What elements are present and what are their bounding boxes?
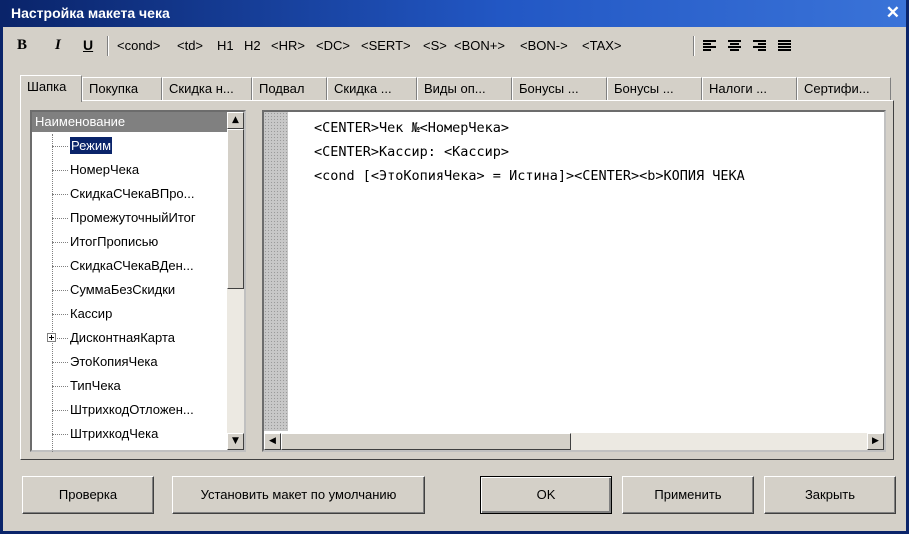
scroll-thumb[interactable] <box>227 129 244 289</box>
align-center-icon[interactable] <box>728 40 741 53</box>
tree-item[interactable]: Кассир <box>32 302 227 326</box>
tab-header[interactable]: Шапка <box>20 75 82 102</box>
tree-item[interactable]: Режим <box>32 134 227 158</box>
toolbar-separator <box>693 36 695 56</box>
tree-item[interactable]: ПромежуточныйИтог <box>32 206 227 230</box>
scroll-right-icon[interactable]: ▶ <box>867 433 884 450</box>
set-default-template-button[interactable]: Установить макет по умолчанию <box>172 476 425 514</box>
tab-purchase[interactable]: Покупка <box>82 77 162 101</box>
h2-tag-button[interactable]: H2 <box>244 38 261 53</box>
dc-tag-button[interactable]: <DC> <box>316 38 350 53</box>
field-tree[interactable]: Наименование Режим НомерЧека СкидкаСЧека… <box>30 110 246 452</box>
dialog-window: Настройка макета чека ✕ B I U <cond> <td… <box>0 0 909 534</box>
bold-button[interactable]: B <box>17 37 27 54</box>
tree-item[interactable]: НомерЧека <box>32 158 227 182</box>
bon-plus-tag-button[interactable]: <BON+> <box>454 38 505 53</box>
scroll-down-icon[interactable]: ▼ <box>227 433 244 450</box>
editor-horizontal-scrollbar[interactable]: ◀ ▶ <box>264 433 884 450</box>
scroll-left-icon[interactable]: ◀ <box>264 433 281 450</box>
close-icon[interactable]: ✕ <box>886 3 900 23</box>
template-editor[interactable]: <CENTER>Чек №<НомерЧека> <CENTER>Кассир:… <box>262 110 886 452</box>
ok-button[interactable]: OK <box>480 476 612 514</box>
editor-text[interactable]: <CENTER>Чек №<НомерЧека> <CENTER>Кассир:… <box>314 116 882 428</box>
expand-plus-icon[interactable] <box>47 333 56 342</box>
tree-item[interactable]: ШтрихкодЧека <box>32 422 227 446</box>
underline-button[interactable]: U <box>83 37 93 53</box>
tree-item[interactable]: СуммаБезСкидки <box>32 278 227 302</box>
tree-item[interactable]: СкидкаСЧекаВДен... <box>32 254 227 278</box>
align-justify-icon[interactable] <box>778 40 791 53</box>
italic-button[interactable]: I <box>55 37 61 54</box>
tab-footer[interactable]: Подвал <box>252 77 327 101</box>
scroll-up-icon[interactable]: ▲ <box>227 112 244 129</box>
tab-bonuses-2[interactable]: Бонусы ... <box>607 77 702 101</box>
tab-payment-types[interactable]: Виды оп... <box>417 77 512 101</box>
format-toolbar: B I U <cond> <td> H1 H2 <HR> <DC> <SERT>… <box>11 33 901 61</box>
align-left-icon[interactable] <box>703 40 716 53</box>
tab-discount-1[interactable]: Скидка н... <box>162 77 252 101</box>
td-tag-button[interactable]: <td> <box>177 38 203 53</box>
tree-item[interactable]: СкидкаСЧекаВПро... <box>32 182 227 206</box>
close-button[interactable]: Закрыть <box>764 476 896 514</box>
tab-bonuses-1[interactable]: Бонусы ... <box>512 77 607 101</box>
tab-discount-2[interactable]: Скидка ... <box>327 77 417 101</box>
s-tag-button[interactable]: <S> <box>423 38 447 53</box>
tree-item[interactable]: ШтрихкодОтложен... <box>32 398 227 422</box>
tree-item[interactable]: ЭтоКопияЧека <box>32 350 227 374</box>
cond-tag-button[interactable]: <cond> <box>117 38 160 53</box>
align-right-icon[interactable] <box>753 40 766 53</box>
title-bar: Настройка макета чека ✕ <box>3 0 906 27</box>
editor-line: <CENTER>Чек №<НомерЧека> <box>314 120 510 136</box>
tree-item[interactable]: ТипЧека <box>32 374 227 398</box>
window-title: Настройка макета чека <box>11 5 170 21</box>
tree-items: Режим НомерЧека СкидкаСЧекаВПро... Проме… <box>32 134 227 446</box>
editor-line: <CENTER>Кассир: <Кассир> <box>314 144 510 160</box>
tree-item[interactable]: ДисконтнаяКарта <box>32 326 227 350</box>
toolbar-separator <box>107 36 109 56</box>
hr-tag-button[interactable]: <HR> <box>271 38 305 53</box>
bon-minus-tag-button[interactable]: <BON-> <box>520 38 568 53</box>
h1-tag-button[interactable]: H1 <box>217 38 234 53</box>
tree-item[interactable]: ИтогПрописью <box>32 230 227 254</box>
tree-column-header: Наименование <box>32 112 227 132</box>
apply-button[interactable]: Применить <box>622 476 754 514</box>
sert-tag-button[interactable]: <SERT> <box>361 38 411 53</box>
tax-tag-button[interactable]: <TAX> <box>582 38 622 53</box>
check-button[interactable]: Проверка <box>22 476 154 514</box>
editor-gutter <box>264 112 288 431</box>
editor-line: <cond [<ЭтоКопияЧека> = Истина]><CENTER>… <box>314 168 745 184</box>
tab-certificates[interactable]: Сертифи... <box>797 77 891 101</box>
scroll-thumb[interactable] <box>281 433 571 450</box>
tree-vertical-scrollbar[interactable]: ▲ ▼ <box>227 112 244 450</box>
tab-taxes[interactable]: Налоги ... <box>702 77 797 101</box>
